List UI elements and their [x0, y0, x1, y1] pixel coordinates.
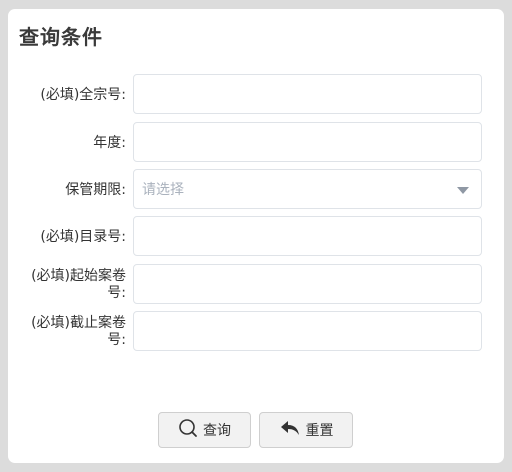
start-file-number-input[interactable]	[133, 264, 482, 304]
year-input[interactable]	[133, 122, 482, 162]
catalog-number-label: (必填)目录号:	[40, 228, 126, 245]
undo-icon	[279, 418, 301, 442]
form-row-retention-period: 保管期限: 请选择	[8, 169, 504, 211]
fonds-number-label: (必填)全宗号:	[40, 86, 126, 103]
form-row-fonds-number: (必填)全宗号:	[8, 74, 504, 116]
form-row-year: 年度:	[8, 122, 504, 164]
retention-period-selected-value: 请选择	[142, 182, 184, 198]
retention-period-select[interactable]: 请选择	[133, 169, 482, 209]
catalog-number-input[interactable]	[133, 216, 482, 256]
form-row-end-file-number: (必填)截止案卷号:	[8, 311, 504, 353]
start-file-number-label: (必填)起始案卷号:	[31, 268, 126, 301]
form-row-catalog-number: (必填)目录号:	[8, 216, 504, 258]
retention-period-label: 保管期限:	[65, 181, 126, 198]
year-label: 年度:	[93, 134, 126, 151]
query-button-label: 查询	[203, 423, 231, 439]
reset-button[interactable]: 重置	[259, 412, 353, 448]
end-file-number-input[interactable]	[133, 311, 482, 351]
query-button[interactable]: 查询	[158, 412, 251, 448]
chevron-down-icon	[457, 187, 469, 194]
form-row-start-file-number: (必填)起始案卷号:	[8, 264, 504, 306]
panel-title: 查询条件	[19, 25, 103, 49]
end-file-number-label: (必填)截止案卷号:	[31, 315, 126, 348]
reset-button-label: 重置	[305, 423, 334, 439]
query-panel: 查询条件 (必填)全宗号: 年度: 保管期限: 请选择 (必填)目录号: (必填…	[8, 9, 504, 463]
search-icon	[178, 418, 198, 442]
fonds-number-input[interactable]	[133, 74, 482, 114]
